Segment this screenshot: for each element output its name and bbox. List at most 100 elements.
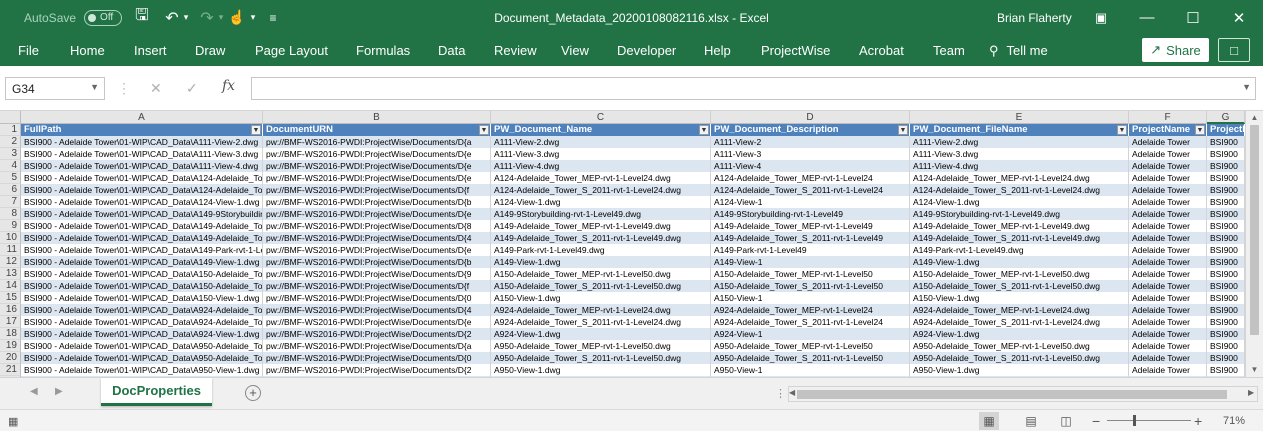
cell-document-description[interactable]: A150-Adelaide_Tower_MEP-rvt-1-Level50 xyxy=(711,268,910,280)
cell-fullpath[interactable]: BSI900 - Adelaide Tower\01-WIP\CAD_Data\… xyxy=(21,292,263,304)
select-all-corner[interactable] xyxy=(0,111,21,124)
cell-projectname[interactable]: Adelaide Tower xyxy=(1129,268,1207,280)
cell-documenturn[interactable]: pw://BMF-WS2016-PWDI:ProjectWise/Documen… xyxy=(263,160,491,172)
customize-qat-icon[interactable]: ≡ xyxy=(265,0,281,35)
cell-document-description[interactable]: A150-Adelaide_Tower_S_2011-rvt-1-Level50 xyxy=(711,280,910,292)
cell-document-filename[interactable]: A150-Adelaide_Tower_MEP-rvt-1-Level50.dw… xyxy=(910,268,1129,280)
cell-projectnumber[interactable]: BSI900 xyxy=(1207,172,1245,184)
cell-document-name[interactable]: A124-Adelaide_Tower_MEP-rvt-1-Level24.dw… xyxy=(491,172,711,184)
cell-document-description[interactable]: A149-Park-rvt-1-Level49 xyxy=(711,244,910,256)
header-cell-documenturn[interactable]: DocumentURN ▼ xyxy=(263,124,491,136)
cell-fullpath[interactable]: BSI900 - Adelaide Tower\01-WIP\CAD_Data\… xyxy=(21,328,263,340)
column-header-a[interactable]: A xyxy=(21,111,263,124)
cell-document-filename[interactable]: A950-View-1.dwg xyxy=(910,364,1129,376)
cell-projectnumber[interactable]: BSI900 xyxy=(1207,268,1245,280)
cell-document-filename[interactable]: A111-View-3.dwg xyxy=(910,148,1129,160)
cell-projectnumber[interactable]: BSI900 xyxy=(1207,292,1245,304)
cell-documenturn[interactable]: pw://BMF-WS2016-PWDI:ProjectWise/Documen… xyxy=(263,184,491,196)
column-header-g[interactable]: G xyxy=(1207,111,1245,124)
cell-document-description[interactable]: A111-View-3 xyxy=(711,148,910,160)
cell-document-filename[interactable]: A924-View-1.dwg xyxy=(910,328,1129,340)
filter-dropdown-icon[interactable]: ▼ xyxy=(898,125,908,135)
cell-document-description[interactable]: A149-View-1 xyxy=(711,256,910,268)
cell-document-description[interactable]: A124-Adelaide_Tower_MEP-rvt-1-Level24 xyxy=(711,172,910,184)
cell-document-name[interactable]: A124-Adelaide_Tower_S_2011-rvt-1-Level24… xyxy=(491,184,711,196)
sheet-tab-docproperties[interactable]: DocProperties xyxy=(101,378,212,406)
cell-document-name[interactable]: A111-View-2.dwg xyxy=(491,136,711,148)
cell-projectname[interactable]: Adelaide Tower xyxy=(1129,160,1207,172)
next-sheet-icon[interactable]: ▶ xyxy=(55,386,63,397)
cell-documenturn[interactable]: pw://BMF-WS2016-PWDI:ProjectWise/Documen… xyxy=(263,232,491,244)
row-number[interactable]: 2 xyxy=(0,136,21,148)
cell-projectnumber[interactable]: BSI900 xyxy=(1207,340,1245,352)
ribbon-display-icon[interactable]: ▣ xyxy=(1078,0,1124,35)
cell-document-name[interactable]: A149-Adelaide_Tower_S_2011-rvt-1-Level49… xyxy=(491,232,711,244)
scroll-up-icon[interactable]: ▲ xyxy=(1246,111,1263,125)
cell-document-description[interactable]: A924-View-1 xyxy=(711,328,910,340)
vertical-scrollbar[interactable]: ▲ ▼ xyxy=(1245,111,1263,377)
cell-fullpath[interactable]: BSI900 - Adelaide Tower\01-WIP\CAD_Data\… xyxy=(21,220,263,232)
autosave-control[interactable]: AutoSave Off xyxy=(24,0,123,35)
tab-team[interactable]: Team xyxy=(933,35,965,66)
cell-document-filename[interactable]: A924-Adelaide_Tower_S_2011-rvt-1-Level24… xyxy=(910,316,1129,328)
header-cell-fullpath[interactable]: FullPath ▼ xyxy=(21,124,263,136)
cell-document-filename[interactable]: A950-Adelaide_Tower_S_2011-rvt-1-Level50… xyxy=(910,352,1129,364)
cell-document-description[interactable]: A111-View-4 xyxy=(711,160,910,172)
cell-documenturn[interactable]: pw://BMF-WS2016-PWDI:ProjectWise/Documen… xyxy=(263,352,491,364)
cell-document-name[interactable]: A111-View-4.dwg xyxy=(491,160,711,172)
header-cell-document-name[interactable]: PW_Document_Name ▼ xyxy=(491,124,711,136)
filter-dropdown-icon[interactable]: ▼ xyxy=(699,125,709,135)
column-header-e[interactable]: E xyxy=(910,111,1129,124)
cell-document-filename[interactable]: A924-Adelaide_Tower_MEP-rvt-1-Level24.dw… xyxy=(910,304,1129,316)
row-number[interactable]: 8 xyxy=(0,208,21,220)
cell-document-name[interactable]: A149-Adelaide_Tower_MEP-rvt-1-Level49.dw… xyxy=(491,220,711,232)
tab-split-handle-icon[interactable]: ⋮ xyxy=(775,387,786,400)
cell-document-description[interactable]: A111-View-2 xyxy=(711,136,910,148)
cell-documenturn[interactable]: pw://BMF-WS2016-PWDI:ProjectWise/Documen… xyxy=(263,280,491,292)
row-number[interactable]: 16 xyxy=(0,304,21,316)
cell-documenturn[interactable]: pw://BMF-WS2016-PWDI:ProjectWise/Documen… xyxy=(263,304,491,316)
cell-projectnumber[interactable]: BSI900 xyxy=(1207,220,1245,232)
page-break-view-icon[interactable]: ◫ xyxy=(1056,412,1076,430)
row-number[interactable]: 10 xyxy=(0,232,21,244)
row-number[interactable]: 12 xyxy=(0,256,21,268)
cell-projectnumber[interactable]: BSI900 xyxy=(1207,304,1245,316)
cell-projectname[interactable]: Adelaide Tower xyxy=(1129,184,1207,196)
cell-document-filename[interactable]: A950-Adelaide_Tower_MEP-rvt-1-Level50.dw… xyxy=(910,340,1129,352)
cancel-entry-icon[interactable]: ✕ xyxy=(150,80,162,97)
header-cell-document-description[interactable]: PW_Document_Description ▼ xyxy=(711,124,910,136)
cell-projectname[interactable]: Adelaide Tower xyxy=(1129,172,1207,184)
cell-projectname[interactable]: Adelaide Tower xyxy=(1129,148,1207,160)
cell-document-description[interactable]: A950-View-1 xyxy=(711,364,910,376)
cell-document-filename[interactable]: A111-View-4.dwg xyxy=(910,160,1129,172)
autosave-toggle[interactable]: Off xyxy=(84,9,123,26)
cell-fullpath[interactable]: BSI900 - Adelaide Tower\01-WIP\CAD_Data\… xyxy=(21,196,263,208)
cell-projectnumber[interactable]: BSI900 xyxy=(1207,328,1245,340)
row-number[interactable]: 5 xyxy=(0,172,21,184)
macro-recording-icon[interactable]: ▦ xyxy=(8,412,18,430)
cell-document-filename[interactable]: A149-Adelaide_Tower_S_2011-rvt-1-Level49… xyxy=(910,232,1129,244)
row-number[interactable]: 13 xyxy=(0,268,21,280)
zoom-in-icon[interactable]: + xyxy=(1194,412,1202,430)
undo-dropdown-icon[interactable]: ▾ xyxy=(180,0,192,35)
cell-document-description[interactable]: A149-Adelaide_Tower_S_2011-rvt-1-Level49 xyxy=(711,232,910,244)
row-number[interactable]: 15 xyxy=(0,292,21,304)
cell-projectname[interactable]: Adelaide Tower xyxy=(1129,328,1207,340)
cell-fullpath[interactable]: BSI900 - Adelaide Tower\01-WIP\CAD_Data\… xyxy=(21,364,263,376)
tab-draw[interactable]: Draw xyxy=(195,35,225,66)
cell-fullpath[interactable]: BSI900 - Adelaide Tower\01-WIP\CAD_Data\… xyxy=(21,268,263,280)
cell-projectnumber[interactable]: BSI900 xyxy=(1207,244,1245,256)
tab-data[interactable]: Data xyxy=(438,35,465,66)
cell-projectname[interactable]: Adelaide Tower xyxy=(1129,340,1207,352)
cell-document-description[interactable]: A149-Adelaide_Tower_MEP-rvt-1-Level49 xyxy=(711,220,910,232)
cell-document-filename[interactable]: A149-View-1.dwg xyxy=(910,256,1129,268)
cell-fullpath[interactable]: BSI900 - Adelaide Tower\01-WIP\CAD_Data\… xyxy=(21,136,263,148)
column-header-c[interactable]: C xyxy=(491,111,711,124)
add-sheet-icon[interactable]: + xyxy=(245,385,261,401)
cell-document-name[interactable]: A924-Adelaide_Tower_S_2011-rvt-1-Level24… xyxy=(491,316,711,328)
scroll-left-icon[interactable]: ◀ xyxy=(789,388,795,397)
cell-document-filename[interactable]: A124-View-1.dwg xyxy=(910,196,1129,208)
minimize-icon[interactable]: — xyxy=(1124,0,1170,35)
tab-home[interactable]: Home xyxy=(70,35,105,66)
zoom-level[interactable]: 71% xyxy=(1223,412,1245,430)
